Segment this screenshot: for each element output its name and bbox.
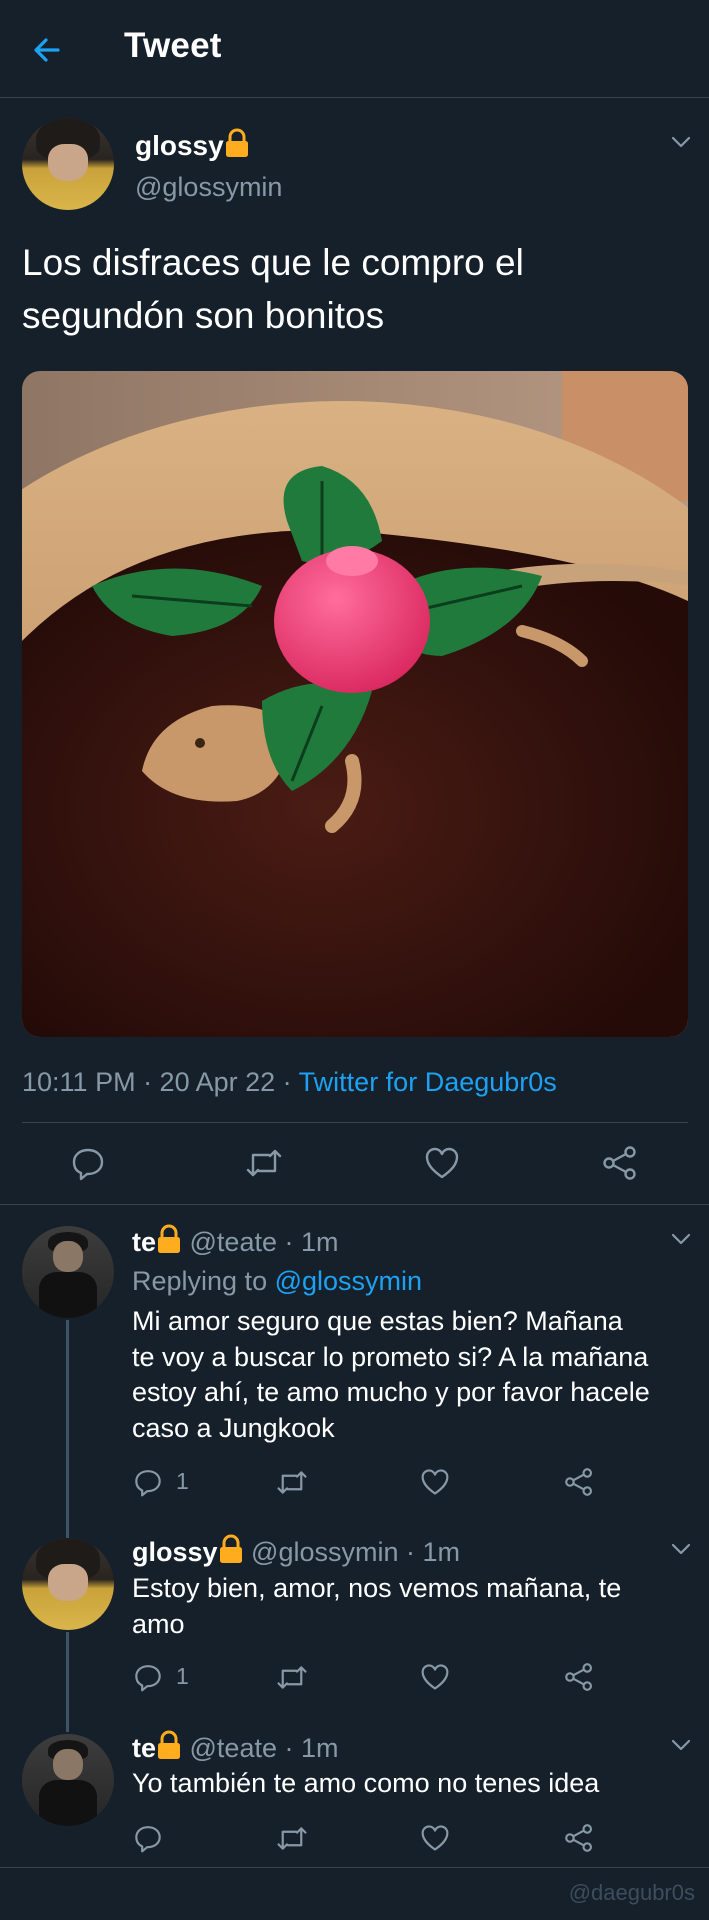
share-icon[interactable]: [564, 1824, 594, 1852]
retweet-icon[interactable]: [276, 1825, 308, 1852]
lock-icon: [219, 1534, 242, 1563]
lock-icon: [158, 1224, 181, 1253]
lock-icon: [225, 128, 248, 157]
top-bar: Tweet: [0, 0, 709, 98]
page-title: Tweet: [124, 26, 222, 65]
mention-link[interactable]: @glossymin: [275, 1266, 422, 1296]
tweet-text: Los disfraces que le compro el segundón …: [22, 242, 524, 336]
retweet-icon[interactable]: [245, 1147, 283, 1179]
reply-author-line: te @teate · 1m: [132, 1224, 338, 1258]
reply-icon[interactable]: [70, 1145, 106, 1181]
retweet-icon[interactable]: [276, 1469, 308, 1496]
reply-count: 1: [176, 1663, 189, 1689]
tweet-photo[interactable]: [22, 371, 688, 1037]
avatar[interactable]: [22, 1226, 114, 1318]
reply-icon[interactable]: [133, 1662, 163, 1692]
back-arrow-icon: [34, 38, 60, 62]
tweet-source-link[interactable]: Twitter for Daegubr0s: [299, 1067, 557, 1097]
tweet-timestamp: 10:11 PM · 20 Apr 22 · Twitter for Daegu…: [22, 1067, 557, 1097]
back-button[interactable]: [28, 30, 68, 70]
reply-text: Yo también te amo como no tenes idea: [132, 1768, 600, 1798]
replying-to: Replying to @glossymin: [132, 1266, 423, 1296]
chevron-down-icon[interactable]: [670, 1542, 692, 1556]
thread-line: [66, 1320, 69, 1540]
thread-line: [66, 1632, 69, 1732]
retweet-icon[interactable]: [276, 1664, 308, 1691]
divider: [0, 1204, 709, 1205]
lock-icon: [158, 1730, 181, 1759]
author-handle[interactable]: @glossymin: [135, 172, 282, 203]
chevron-down-icon[interactable]: [670, 1232, 692, 1246]
reply-icon[interactable]: [133, 1467, 163, 1497]
author-handle-time[interactable]: @teate · 1m: [182, 1227, 339, 1257]
like-icon[interactable]: [420, 1824, 450, 1852]
reply-text: Estoy bien, amor, nos vemos mañana, te a…: [132, 1573, 622, 1639]
author-name[interactable]: glossy: [132, 1537, 218, 1567]
lizard-costume-photo: [22, 371, 688, 1037]
chevron-down-icon[interactable]: [670, 1738, 692, 1752]
reply-icon[interactable]: [133, 1823, 163, 1853]
author-handle-time[interactable]: @teate · 1m: [182, 1733, 339, 1763]
avatar[interactable]: [22, 1538, 114, 1630]
author-name[interactable]: te: [132, 1733, 156, 1763]
divider: [22, 1122, 688, 1123]
avatar[interactable]: [22, 118, 114, 210]
reply-count: 1: [176, 1468, 189, 1494]
watermark: @daegubr0s: [568, 1880, 695, 1905]
author-name[interactable]: glossy: [135, 128, 250, 162]
tweet-page: Tweet glossy @glossymin Los disfraces qu…: [0, 0, 709, 1920]
share-icon[interactable]: [564, 1663, 594, 1691]
reply-author-line: glossy @glossymin · 1m: [132, 1534, 460, 1568]
share-icon[interactable]: [602, 1146, 638, 1180]
avatar[interactable]: [22, 1734, 114, 1826]
like-icon[interactable]: [424, 1146, 460, 1180]
share-icon[interactable]: [564, 1468, 594, 1496]
like-icon[interactable]: [420, 1468, 450, 1496]
divider: [0, 1867, 709, 1868]
reply-text: Mi amor seguro que estas bien? Mañana te…: [132, 1306, 650, 1443]
author-handle-time[interactable]: @glossymin · 1m: [244, 1537, 460, 1567]
like-icon[interactable]: [420, 1663, 450, 1691]
author-name[interactable]: te: [132, 1227, 156, 1257]
reply-author-line: te @teate · 1m: [132, 1730, 338, 1764]
chevron-down-icon[interactable]: [670, 135, 692, 149]
